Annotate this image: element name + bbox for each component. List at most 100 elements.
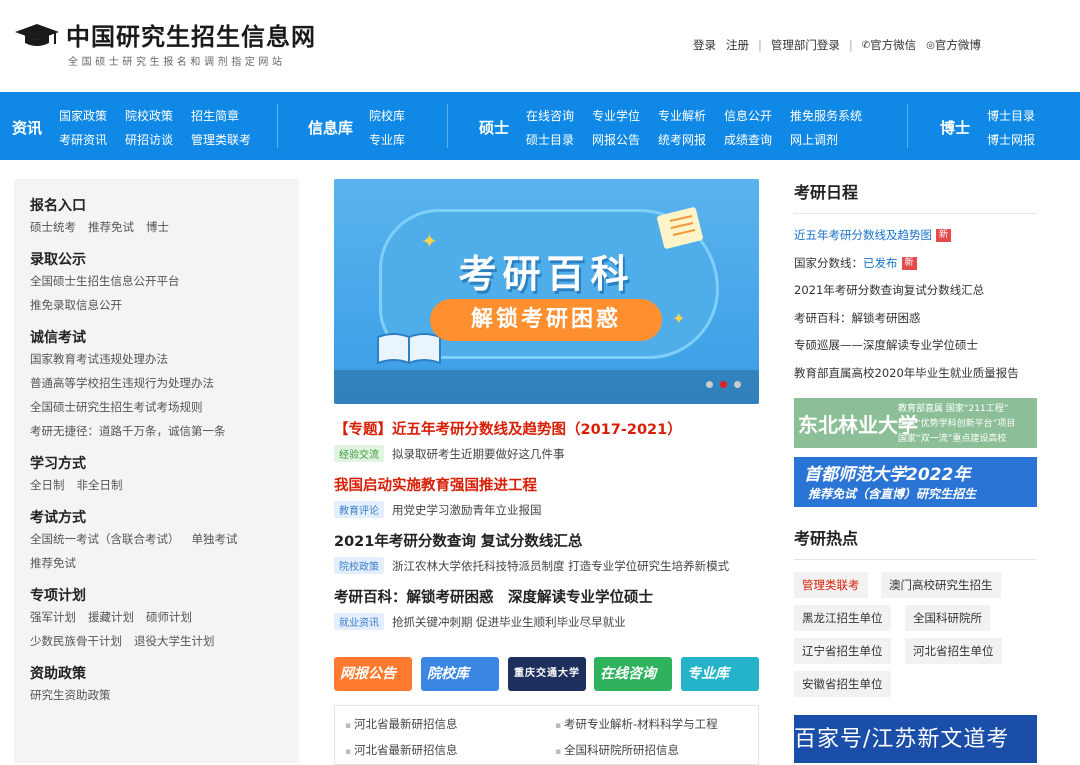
- carousel-banner[interactable]: ✦ ✦ 考研百科 解锁考研困惑: [334, 179, 759, 404]
- sidebar-section-title: 学习方式: [30, 456, 86, 472]
- sidebar-link[interactable]: 研究生资助政策: [30, 688, 111, 702]
- weibo-link[interactable]: ◎官方微博: [926, 37, 981, 53]
- schedule-item[interactable]: 国家分数线：已发布新: [794, 250, 1037, 278]
- schedule-item[interactable]: 2021年考研分数查询复试分数线汇总: [794, 277, 1037, 305]
- nav-cat-xinxiku[interactable]: 信息库: [308, 117, 353, 138]
- sidebar-link[interactable]: 国家教育考试违规处理办法: [30, 352, 168, 366]
- headline-desc-link[interactable]: 用党史学习激励青年立业报国: [392, 503, 542, 517]
- site-title[interactable]: 中国研究生招生信息网: [66, 17, 316, 52]
- nefu-banner[interactable]: 东北林业大学 教育部直属 国家“211工程” 国家“优势学科创新平台”项目 国家…: [794, 398, 1037, 448]
- nav-link[interactable]: 在线咨询: [526, 107, 574, 124]
- nav-link[interactable]: 专业库: [369, 131, 405, 148]
- weibo-icon: ◎: [926, 39, 935, 51]
- nav-link[interactable]: 网上调剂: [790, 131, 838, 148]
- info-link[interactable]: 河北省最新研招信息: [345, 716, 458, 732]
- headline-link[interactable]: 我国启动实施教育强国推进工程: [334, 474, 759, 495]
- quick-btn-yuanxiaoku[interactable]: 院校库: [421, 657, 499, 691]
- category-tag[interactable]: 就业资讯: [334, 613, 384, 630]
- nav-cat-shuoshi[interactable]: 硕士: [479, 117, 509, 138]
- login-link[interactable]: 登录: [693, 37, 716, 53]
- nav-link[interactable]: 统考网报: [658, 131, 706, 148]
- sidebar-link[interactable]: 退役大学生计划: [134, 634, 215, 648]
- sidebar-link[interactable]: 考研无捷径：道路千万条，诚信第一条: [30, 424, 226, 438]
- sidebar-link[interactable]: 全国硕士生招生信息公开平台: [30, 274, 180, 288]
- sidebar-link[interactable]: 硕师计划: [146, 610, 192, 624]
- admin-login-link[interactable]: 管理部门登录: [771, 37, 840, 53]
- nav-link[interactable]: 博士网报: [987, 131, 1035, 148]
- quick-btn-zhuanyeku[interactable]: 专业库: [681, 657, 759, 691]
- sidebar-link[interactable]: 少数民族骨干计划: [30, 634, 122, 648]
- nav-link[interactable]: 专业学位: [592, 107, 640, 124]
- sidebar-link-row: 普通高等学校招生违规行为处理办法: [30, 371, 299, 395]
- hot-tag[interactable]: 辽宁省招生单位: [794, 638, 891, 664]
- headline-subrow: 经验交流 拟录取研考生近期要做好这几件事: [334, 445, 759, 462]
- nav-link[interactable]: 管理类联考: [191, 131, 251, 148]
- nav-link[interactable]: 成绩查询: [724, 131, 772, 148]
- info-link[interactable]: 考研专业解析-材料科学与工程: [555, 716, 718, 732]
- nav-link[interactable]: 专业解析: [658, 107, 706, 124]
- quick-btn-university-logo[interactable]: 重庆交通大学: [508, 657, 586, 691]
- sidebar-link[interactable]: 强军计划: [30, 610, 76, 624]
- sidebar-link-row: 推免录取信息公开: [30, 293, 299, 317]
- schedule-item[interactable]: 考研百科：解锁考研困惑: [794, 305, 1037, 333]
- hot-tag[interactable]: 黑龙江招生单位: [794, 605, 891, 631]
- headline-desc-link[interactable]: 浙江农林大学依托科技特派员制度 打造专业学位研究生培养新模式: [392, 559, 729, 573]
- sidebar-link[interactable]: 单独考试: [192, 532, 238, 546]
- info-link[interactable]: 河北省最新研招信息: [345, 742, 458, 758]
- headline-link[interactable]: 考研百科：解锁考研困惑 深度解读专业学位硕士: [334, 586, 759, 607]
- hot-tag[interactable]: 管理类联考: [794, 572, 868, 598]
- sidebar-link[interactable]: 推免录取信息公开: [30, 298, 122, 312]
- headline-desc-link[interactable]: 拟录取研考生近期要做好这几件事: [392, 447, 565, 461]
- nav-link[interactable]: 研招访谈: [125, 131, 173, 148]
- sidebar-link[interactable]: 全国统一考试（含联合考试）: [30, 532, 180, 546]
- hot-tag[interactable]: 河北省招生单位: [905, 638, 1002, 664]
- sidebar-link[interactable]: 全日制: [30, 478, 65, 492]
- sidebar-link[interactable]: 推荐免试: [30, 556, 76, 570]
- category-tag[interactable]: 教育评论: [334, 501, 384, 518]
- sidebar-link-row: 研究生资助政策: [30, 683, 299, 707]
- wechat-link[interactable]: ✆官方微信: [862, 37, 916, 53]
- category-tag[interactable]: 经验交流: [334, 445, 384, 462]
- quick-btn-zaixian[interactable]: 在线咨询: [594, 657, 672, 691]
- hot-title: 考研热点: [794, 525, 1037, 560]
- sidebar-link[interactable]: 推荐免试: [88, 220, 134, 234]
- headline-desc-link[interactable]: 抢抓关键冲刺期 促进毕业生顺利毕业尽早就业: [392, 615, 626, 629]
- university-banner[interactable]: 百家号/江苏新文道考: [794, 715, 1037, 763]
- nav-link[interactable]: 推免服务系统: [790, 107, 862, 124]
- nav-link[interactable]: 硕士目录: [526, 131, 574, 148]
- sidebar-link[interactable]: 援藏计划: [88, 610, 134, 624]
- sidebar-link[interactable]: 普通高等学校招生违规行为处理办法: [30, 376, 214, 390]
- headline-link[interactable]: 【专题】近五年考研分数线及趋势图（2017-2021）: [334, 418, 759, 439]
- nav-cat-boshi[interactable]: 博士: [940, 117, 970, 138]
- sidebar-link[interactable]: 博士: [146, 220, 169, 234]
- quick-btn-wangbao[interactable]: 网报公告: [334, 657, 412, 691]
- sidebar-link[interactable]: 全国硕士研究生招生考试考场规则: [30, 400, 203, 414]
- category-tag[interactable]: 院校政策: [334, 557, 384, 574]
- nav-link[interactable]: 网报公告: [592, 131, 640, 148]
- cnu-banner[interactable]: 首都师范大学2022年 推荐免试（含直博）研究生招生: [794, 457, 1037, 507]
- banner-title: 考研百科: [458, 252, 635, 296]
- weibo-label: 官方微博: [934, 38, 981, 52]
- sidebar-link[interactable]: 硕士统考: [30, 220, 76, 234]
- nav-link[interactable]: 博士目录: [987, 107, 1035, 124]
- hot-tag[interactable]: 全国科研院所: [905, 605, 990, 631]
- hot-tag[interactable]: 澳门高校研究生招生: [881, 572, 1001, 598]
- nav-link[interactable]: 国家政策: [59, 107, 107, 124]
- hot-tag[interactable]: 安徽省招生单位: [794, 671, 891, 697]
- schedule-item[interactable]: 教育部直属高校2020年毕业生就业质量报告: [794, 360, 1037, 388]
- sidebar-link[interactable]: 非全日制: [77, 478, 123, 492]
- nav-link[interactable]: 招生简章: [191, 107, 239, 124]
- nav-link[interactable]: 信息公开: [724, 107, 772, 124]
- schedule-item[interactable]: 专硕巡展——深度解读专业学位硕士: [794, 332, 1037, 360]
- nav-link[interactable]: 院校政策: [125, 107, 173, 124]
- carousel-dot-active[interactable]: [720, 381, 727, 388]
- register-link[interactable]: 注册: [726, 37, 749, 53]
- nav-link[interactable]: 考研资讯: [59, 131, 107, 148]
- info-link[interactable]: 全国科研院所研招信息: [555, 742, 679, 758]
- nav-link[interactable]: 院校库: [369, 107, 405, 124]
- carousel-dot[interactable]: [706, 381, 713, 388]
- schedule-item[interactable]: 近五年考研分数线及趋势图新: [794, 222, 1037, 250]
- headline-link[interactable]: 2021年考研分数查询 复试分数线汇总: [334, 530, 759, 551]
- carousel-dot[interactable]: [734, 381, 741, 388]
- nav-cat-zixun[interactable]: 资讯: [12, 117, 42, 138]
